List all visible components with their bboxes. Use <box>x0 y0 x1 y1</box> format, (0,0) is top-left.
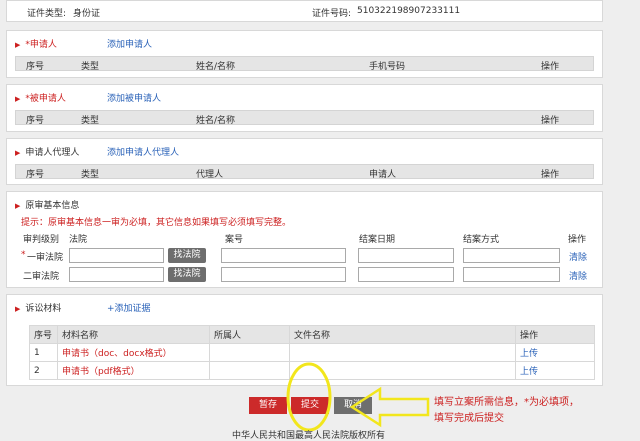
highlight-circle-icon <box>286 362 332 432</box>
footer-copyright: 中华人民共和国最高人民法院版权所有 <box>232 431 386 441</box>
annotation-line-1: 填写立案所需信息，*为必填项， <box>434 397 579 408</box>
annotation-overlay <box>286 362 430 432</box>
pointing-arrow-icon <box>349 386 430 428</box>
annotation-line-2: 填写完成后提交 <box>434 413 504 424</box>
